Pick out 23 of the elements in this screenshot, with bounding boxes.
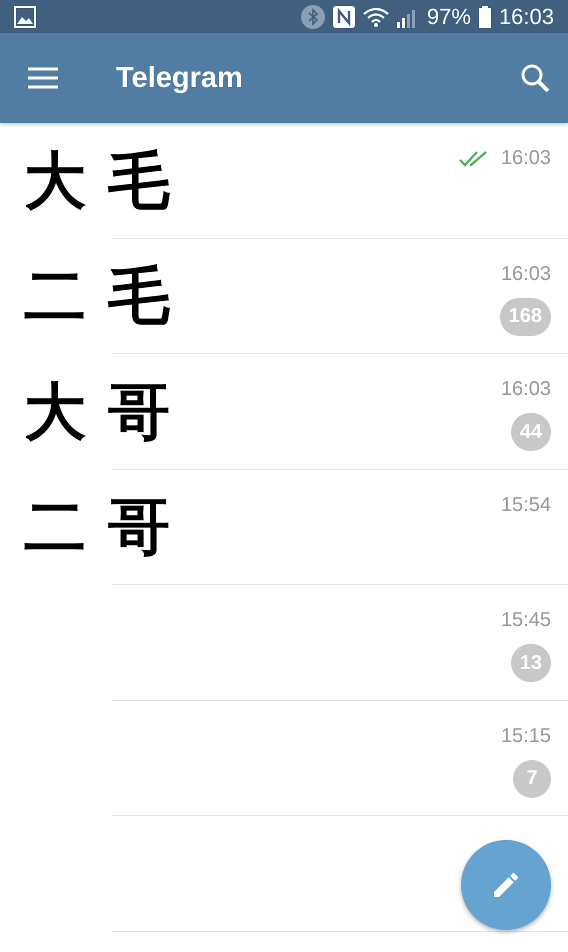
- app-title: Telegram: [116, 62, 244, 94]
- clock: 16:03: [498, 4, 554, 30]
- chat-time: 15:54: [500, 494, 551, 516]
- gallery-icon: [14, 6, 36, 28]
- chat-time: 16:03: [500, 262, 551, 286]
- nfc-icon: [332, 6, 355, 28]
- wifi-icon: [362, 6, 389, 28]
- chat-name: 二毛: [24, 258, 192, 334]
- bluetooth-icon: [300, 4, 325, 28]
- chat-name: 大哥: [24, 374, 192, 450]
- chat-time: 15:15: [500, 724, 551, 748]
- menu-icon: [28, 67, 58, 89]
- chat-name: 二哥: [24, 489, 192, 566]
- battery-percent: 97%: [426, 4, 471, 30]
- chat-time: 15:45: [500, 609, 551, 632]
- chat-time: 16:03: [500, 147, 551, 170]
- chat-row[interactable]: 大毛 16:03: [0, 123, 568, 238]
- chat-time: 16:03: [500, 378, 551, 401]
- compose-button[interactable]: [461, 840, 551, 930]
- chat-row[interactable]: 二哥 15:54: [0, 470, 568, 585]
- search-icon: [520, 63, 550, 93]
- chat-name: 大毛: [24, 142, 192, 219]
- battery-icon: [478, 6, 491, 28]
